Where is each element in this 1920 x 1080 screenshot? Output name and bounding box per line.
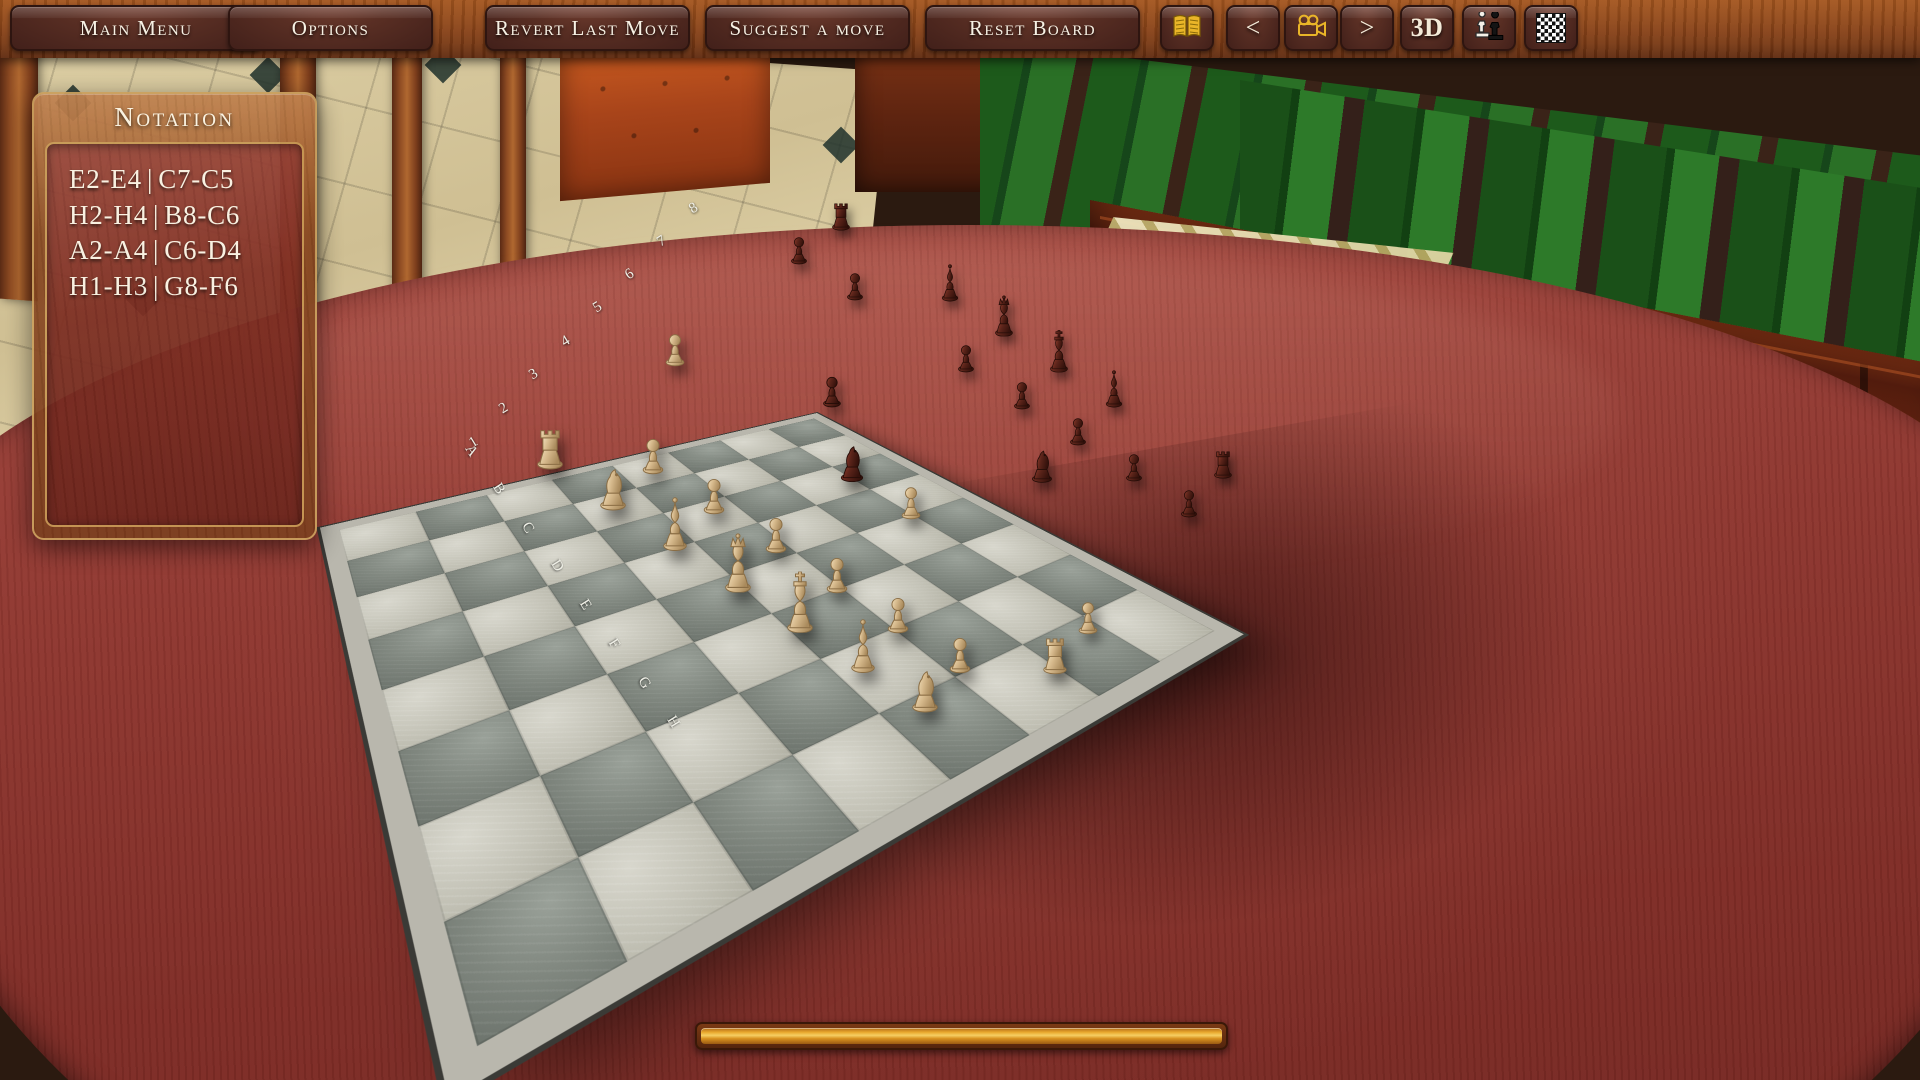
video-camera-icon bbox=[1295, 14, 1327, 43]
view-3d-button[interactable]: 3D bbox=[1400, 5, 1454, 51]
black-move: C6-D4 bbox=[164, 235, 242, 266]
notation-move-row[interactable]: H1-H3 | G8-F6 bbox=[69, 269, 302, 305]
file-label-a: A bbox=[461, 441, 482, 461]
book-icon-svg bbox=[1173, 14, 1201, 37]
next-move-button[interactable]: > bbox=[1340, 5, 1394, 51]
notation-move-row[interactable]: E2-E4 | C7-C5 bbox=[69, 162, 302, 198]
pieces-icon-svg bbox=[1475, 9, 1504, 40]
chess-piece-black-pawn-g7[interactable] bbox=[1124, 449, 1144, 482]
notation-title: Notation bbox=[114, 102, 235, 132]
chess-piece-black-pawn-e7[interactable] bbox=[1012, 376, 1032, 409]
rank-label-2: 2 bbox=[496, 399, 512, 418]
pieces-button[interactable] bbox=[1462, 5, 1516, 51]
rank-label-5: 5 bbox=[590, 298, 606, 317]
move-separator: | bbox=[153, 199, 160, 230]
suggest-a-move-button[interactable]: Suggest a move bbox=[705, 5, 910, 51]
white-move: A2-A4 bbox=[69, 235, 148, 266]
book-icon bbox=[1172, 13, 1202, 44]
notation-move-row[interactable]: A2-A4 | C6-D4 bbox=[69, 233, 302, 269]
chess-piece-white-rook-a1[interactable] bbox=[535, 419, 566, 470]
chess-piece-black-queen-d8[interactable] bbox=[994, 295, 1015, 337]
move-separator: | bbox=[153, 270, 160, 301]
notation-panel: Notation E2-E4 | C7-C5 H2-H4 | B8-C6 A2-A4 | C6-… bbox=[32, 92, 317, 540]
button-label: Revert Last Move bbox=[495, 15, 680, 40]
top-toolbar: Main Menu Options Revert Last Move Suggest … bbox=[0, 0, 1920, 58]
video-camera-button[interactable] bbox=[1284, 5, 1338, 51]
video-camera-icon-svg bbox=[1298, 14, 1326, 37]
chess-piece-black-bishop-f8[interactable] bbox=[1104, 369, 1124, 408]
chess-piece-black-pawn-f7[interactable] bbox=[1068, 412, 1088, 446]
black-move: G8-F6 bbox=[164, 270, 239, 301]
checkerboard-button[interactable] bbox=[1524, 5, 1578, 51]
button-label: Main Menu bbox=[79, 15, 193, 40]
chess-piece-black-king-e8[interactable] bbox=[1048, 329, 1069, 372]
move-separator: | bbox=[146, 164, 154, 194]
notation-move-row[interactable]: H2-H4 | B8-C6 bbox=[69, 198, 302, 234]
black-move: B8-C6 bbox=[164, 199, 241, 230]
pieces-icon bbox=[1472, 9, 1506, 45]
rank-label-3: 3 bbox=[526, 365, 542, 384]
revert-last-move-button[interactable]: Revert Last Move bbox=[485, 5, 690, 51]
button-label: Options bbox=[291, 15, 370, 40]
thinking-progress-bar bbox=[695, 1022, 1228, 1050]
notation-move-list[interactable]: E2-E4 | C7-C5 H2-H4 | B8-C6 A2-A4 | C6-D4 H1-H3 | G… bbox=[45, 142, 304, 527]
chess-piece-white-pawn-a4[interactable] bbox=[663, 328, 686, 367]
move-separator: | bbox=[153, 235, 160, 266]
chess-piece-black-pawn-c5[interactable] bbox=[821, 371, 843, 408]
black-move: C7-C5 bbox=[158, 164, 235, 194]
armchair bbox=[560, 32, 770, 202]
chess-piece-black-pawn-d7[interactable] bbox=[957, 340, 977, 373]
view-3d-icon: 3D bbox=[1410, 13, 1444, 42]
next-move-icon: > bbox=[1359, 13, 1375, 42]
chessboard[interactable]: ABCDEFGH12345678 bbox=[338, 199, 1232, 1047]
book-button[interactable] bbox=[1160, 5, 1214, 51]
progress-bar-fill bbox=[701, 1028, 1222, 1044]
white-move: H2-H4 bbox=[69, 199, 148, 230]
previous-move-icon: < bbox=[1245, 13, 1261, 42]
rank-label-1: 1 bbox=[466, 433, 482, 452]
previous-move-button[interactable]: < bbox=[1226, 5, 1280, 51]
main-menu-button[interactable]: Main Menu bbox=[10, 5, 262, 51]
button-label: Suggest a move bbox=[729, 15, 886, 40]
white-move: E2-E4 bbox=[69, 164, 142, 194]
chess-piece-black-knight-f6[interactable] bbox=[1030, 443, 1054, 484]
options-button[interactable]: Options bbox=[228, 5, 433, 51]
white-move: H1-H3 bbox=[69, 270, 148, 301]
rank-label-4: 4 bbox=[558, 332, 574, 351]
checkerboard-icon bbox=[1536, 13, 1566, 43]
button-label: Reset Board bbox=[969, 15, 1096, 40]
reset-board-button[interactable]: Reset Board bbox=[925, 5, 1140, 51]
